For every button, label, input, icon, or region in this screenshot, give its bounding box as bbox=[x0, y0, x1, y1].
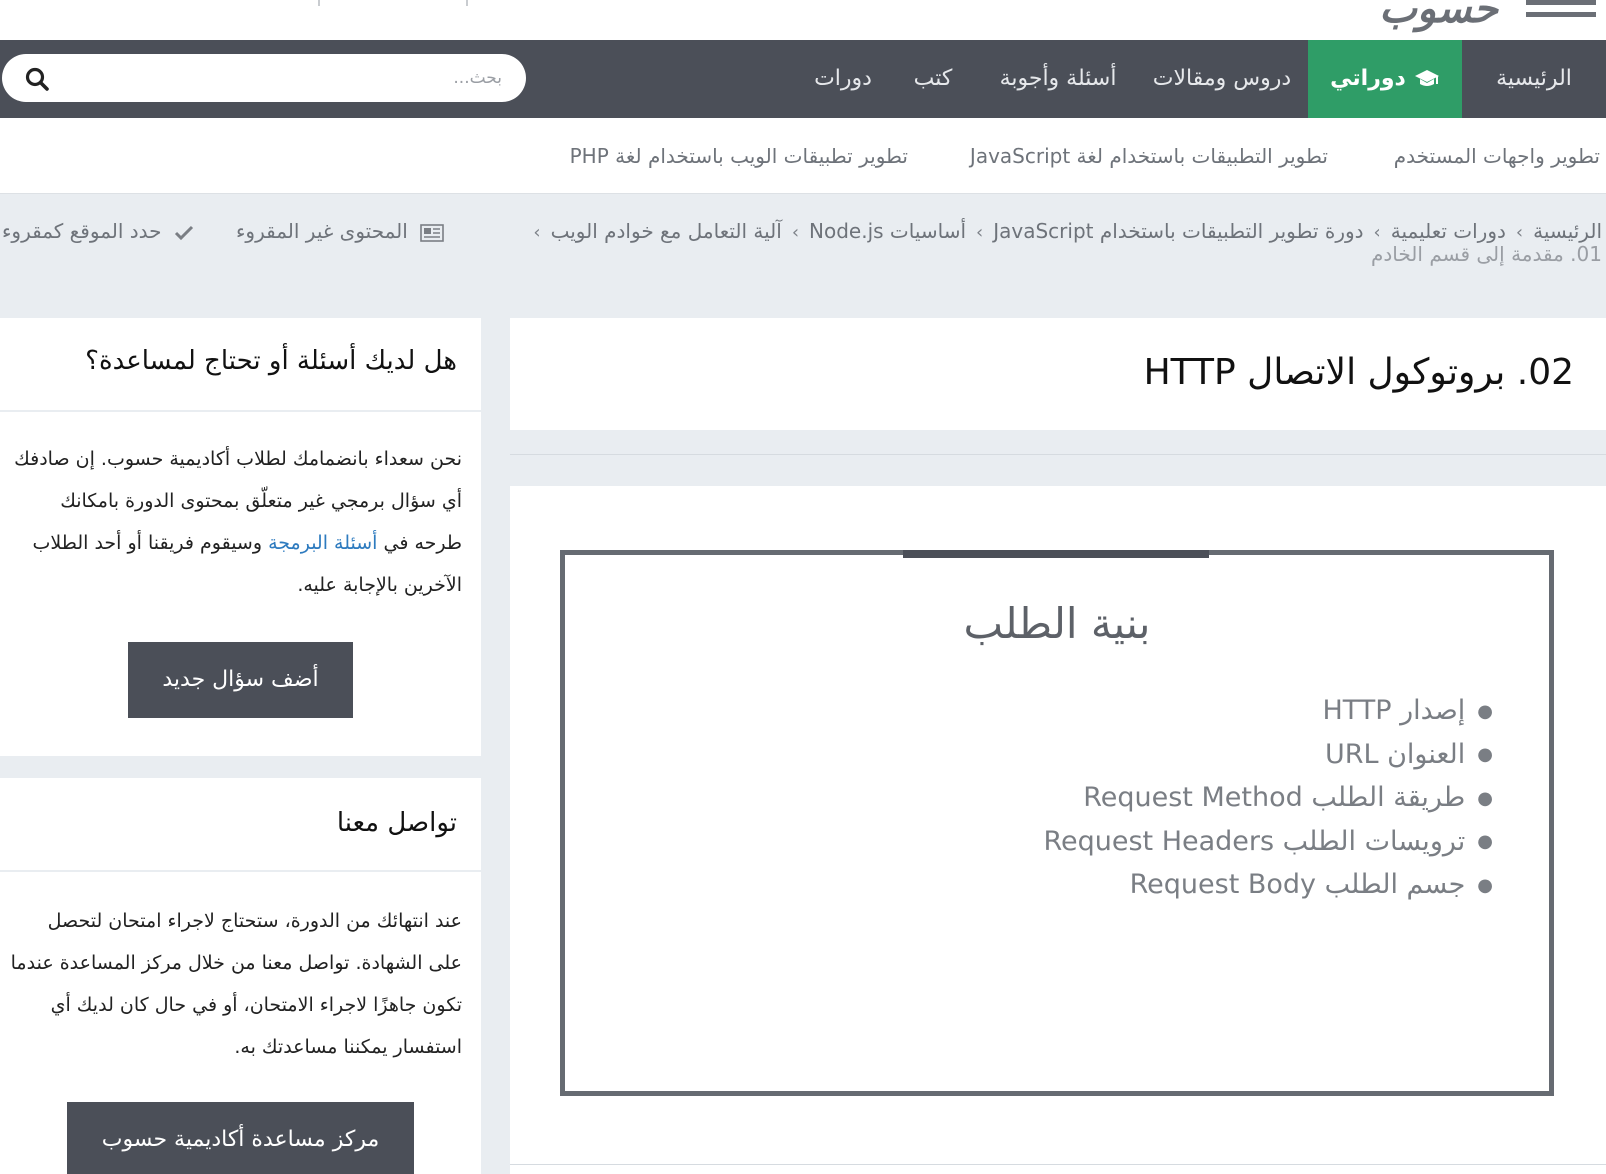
newspaper-icon bbox=[420, 223, 444, 242]
nav-item-courses[interactable]: دورات bbox=[800, 40, 886, 118]
nav-item-lessons[interactable]: دروس ومقالات bbox=[1136, 40, 1308, 118]
bullet-icon: ● bbox=[1477, 831, 1493, 853]
help-center-button[interactable]: مركز مساعدة أكاديمية حسوب bbox=[67, 1102, 414, 1174]
nav-item-qa[interactable]: أسئلة وأجوبة bbox=[980, 40, 1136, 118]
slide-list-item: ●ترويسات الطلب Request Headers bbox=[1043, 820, 1493, 864]
contact-text: عند انتهائك من الدورة، ستحتاج لاجراء امت… bbox=[10, 910, 462, 1058]
breadcrumb-separator: › bbox=[791, 222, 800, 243]
breadcrumb-item[interactable]: دورة تطوير التطبيقات باستخدام JavaScript bbox=[993, 214, 1363, 248]
search-icon[interactable] bbox=[24, 66, 50, 92]
subnav-item-javascript[interactable]: تطوير التطبيقات باستخدام لغة JavaScript bbox=[970, 118, 1328, 194]
unread-content-label: المحتوى غير المقروء bbox=[236, 219, 408, 243]
slide-list-item: ●جسم الطلب Request Body bbox=[1043, 863, 1493, 907]
divider bbox=[0, 870, 481, 872]
slide-title: بنية الطلب bbox=[963, 599, 1151, 648]
slide-list-item: ●إصدار HTTP bbox=[1043, 689, 1493, 733]
subnav-item-frontend[interactable]: تطوير واجهات المستخدم bbox=[1394, 118, 1600, 194]
add-question-button[interactable]: أضف سؤال جديد bbox=[128, 642, 353, 718]
mark-read-link[interactable]: حدد الموقع كمقروء bbox=[2, 214, 194, 248]
video-progress-bar bbox=[903, 550, 1209, 558]
page-title: 02. بروتوكول الاتصال HTTP bbox=[1143, 352, 1574, 393]
subnav-item-php[interactable]: تطوير تطبيقات الويب باستخدام لغة PHP bbox=[570, 118, 908, 194]
contact-heading: تواصل معنا bbox=[336, 808, 457, 838]
sub-navbar: تطوير واجهات المستخدم تطوير التطبيقات با… bbox=[0, 118, 1606, 194]
bullet-icon: ● bbox=[1477, 700, 1493, 722]
nav-item-label: دوراتي bbox=[1330, 66, 1406, 91]
main-navbar: الرئيسية دوراتي دروس ومقالات أسئلة وأجوب… bbox=[0, 40, 1606, 118]
search-box bbox=[2, 54, 526, 102]
contact-card: تواصل معنا عند انتهائك من الدورة، ستحتاج… bbox=[0, 778, 481, 1174]
breadcrumb-item[interactable]: آلية التعامل مع خوادم الويب bbox=[551, 214, 782, 248]
nav-item-books[interactable]: كتب bbox=[886, 40, 980, 118]
top-divider bbox=[318, 0, 320, 6]
check-icon bbox=[174, 225, 193, 240]
breadcrumb-separator: › bbox=[533, 222, 541, 243]
unread-content-link[interactable]: المحتوى غير المقروء bbox=[236, 214, 444, 248]
site-logo[interactable]: حسوب bbox=[1379, 0, 1498, 32]
top-header: حسوب bbox=[0, 0, 1606, 40]
top-divider bbox=[466, 0, 468, 6]
menu-icon[interactable] bbox=[1526, 0, 1596, 22]
help-card: هل لديك أسئلة أو تحتاج لمساعدة؟ نحن سعدا… bbox=[0, 318, 481, 756]
divider bbox=[510, 454, 1606, 455]
bullet-icon: ● bbox=[1477, 787, 1493, 809]
slide-bullet-list: ●إصدار HTTP ●العنوان URL ●طريقة الطلب Re… bbox=[1043, 689, 1493, 907]
divider bbox=[510, 1164, 1606, 1165]
breadcrumb-current[interactable]: 01. مقدمة إلى قسم الخادم bbox=[1371, 242, 1602, 266]
graduation-cap-icon bbox=[1414, 70, 1439, 86]
video-slide[interactable]: بنية الطلب ●إصدار HTTP ●العنوان URL ●طري… bbox=[560, 550, 1554, 1096]
nav-item-my-courses[interactable]: دوراتي bbox=[1308, 40, 1462, 118]
breadcrumb-separator: › bbox=[976, 222, 984, 243]
programming-questions-link[interactable]: أسئلة البرمجة bbox=[268, 532, 377, 554]
bullet-icon: ● bbox=[1477, 744, 1493, 766]
lesson-title-card: 02. بروتوكول الاتصال HTTP bbox=[510, 318, 1606, 430]
bullet-icon: ● bbox=[1477, 874, 1493, 896]
help-heading: هل لديك أسئلة أو تحتاج لمساعدة؟ bbox=[85, 346, 457, 376]
slide-list-item: ●العنوان URL bbox=[1043, 733, 1493, 777]
nav-item-home[interactable]: الرئيسية bbox=[1462, 40, 1606, 118]
divider bbox=[0, 410, 481, 412]
help-text: نحن سعداء بانضمامك لطلاب أكاديمية حسوب. … bbox=[14, 448, 462, 596]
mark-read-label: حدد الموقع كمقروء bbox=[2, 219, 162, 243]
breadcrumb-item[interactable]: أساسيات Node.js bbox=[809, 214, 966, 248]
slide-list-item: ●طريقة الطلب Request Method bbox=[1043, 776, 1493, 820]
search-input[interactable] bbox=[82, 54, 502, 102]
